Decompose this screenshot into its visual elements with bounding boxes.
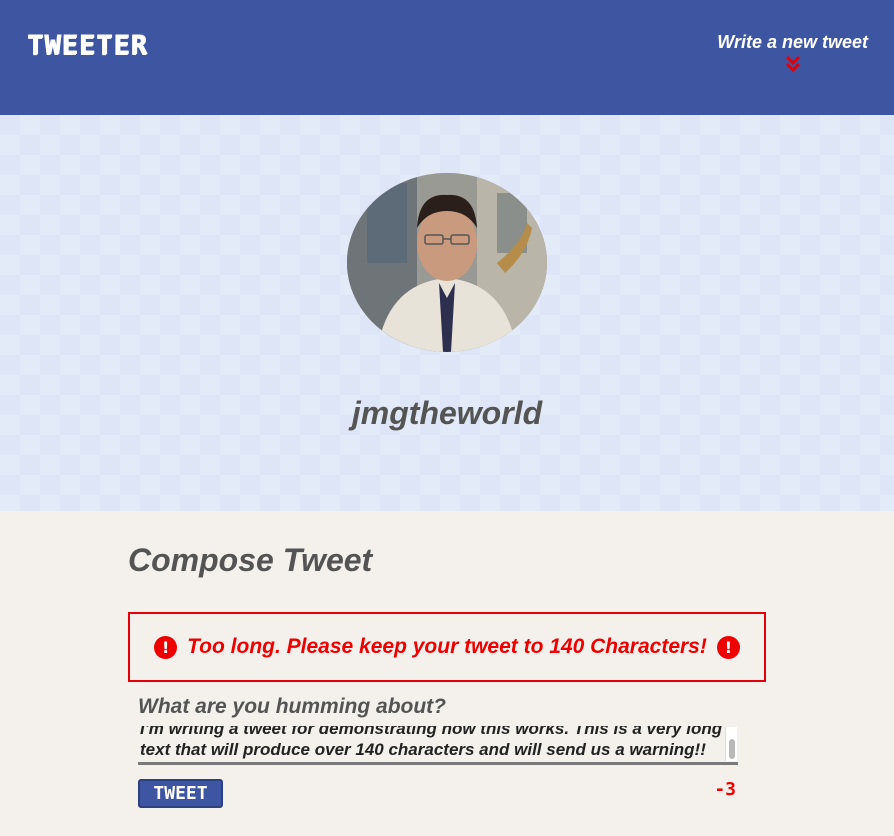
navbar: TWEETER Write a new tweet [0, 0, 894, 115]
write-new-tweet-link[interactable]: Write a new tweet [717, 32, 868, 73]
profile-username: jmgtheworld [351, 395, 543, 431]
brand-logo[interactable]: TWEETER [27, 30, 148, 61]
avatar [347, 173, 547, 352]
tweet-textarea[interactable]: I'm writing a tweet for demonstrating ho… [138, 726, 738, 762]
avatar-image [347, 173, 547, 352]
exclamation-circle-icon: ! [154, 635, 178, 659]
write-new-tweet-label[interactable]: Write a new tweet [717, 32, 868, 53]
tweet-submit-button[interactable]: TWEET [138, 779, 223, 808]
textarea-scrollbar[interactable] [725, 727, 737, 761]
tweet-textarea-viewport: I'm writing a tweet for demonstrating ho… [138, 726, 738, 762]
textarea-underline [138, 762, 738, 765]
tweet-input-label: What are you humming about? [138, 695, 446, 718]
scrollbar-thumb[interactable] [729, 739, 735, 759]
error-message-text: Too long. Please keep your tweet to 140 … [187, 635, 707, 658]
double-chevron-down-icon[interactable] [785, 55, 801, 73]
error-message-box: ! Too long. Please keep your tweet to 14… [128, 612, 766, 682]
character-counter: -3 [714, 779, 736, 800]
compose-title: Compose Tweet [128, 542, 373, 578]
exclamation-circle-icon: ! [716, 635, 740, 659]
profile-header: jmgtheworld [0, 115, 894, 511]
